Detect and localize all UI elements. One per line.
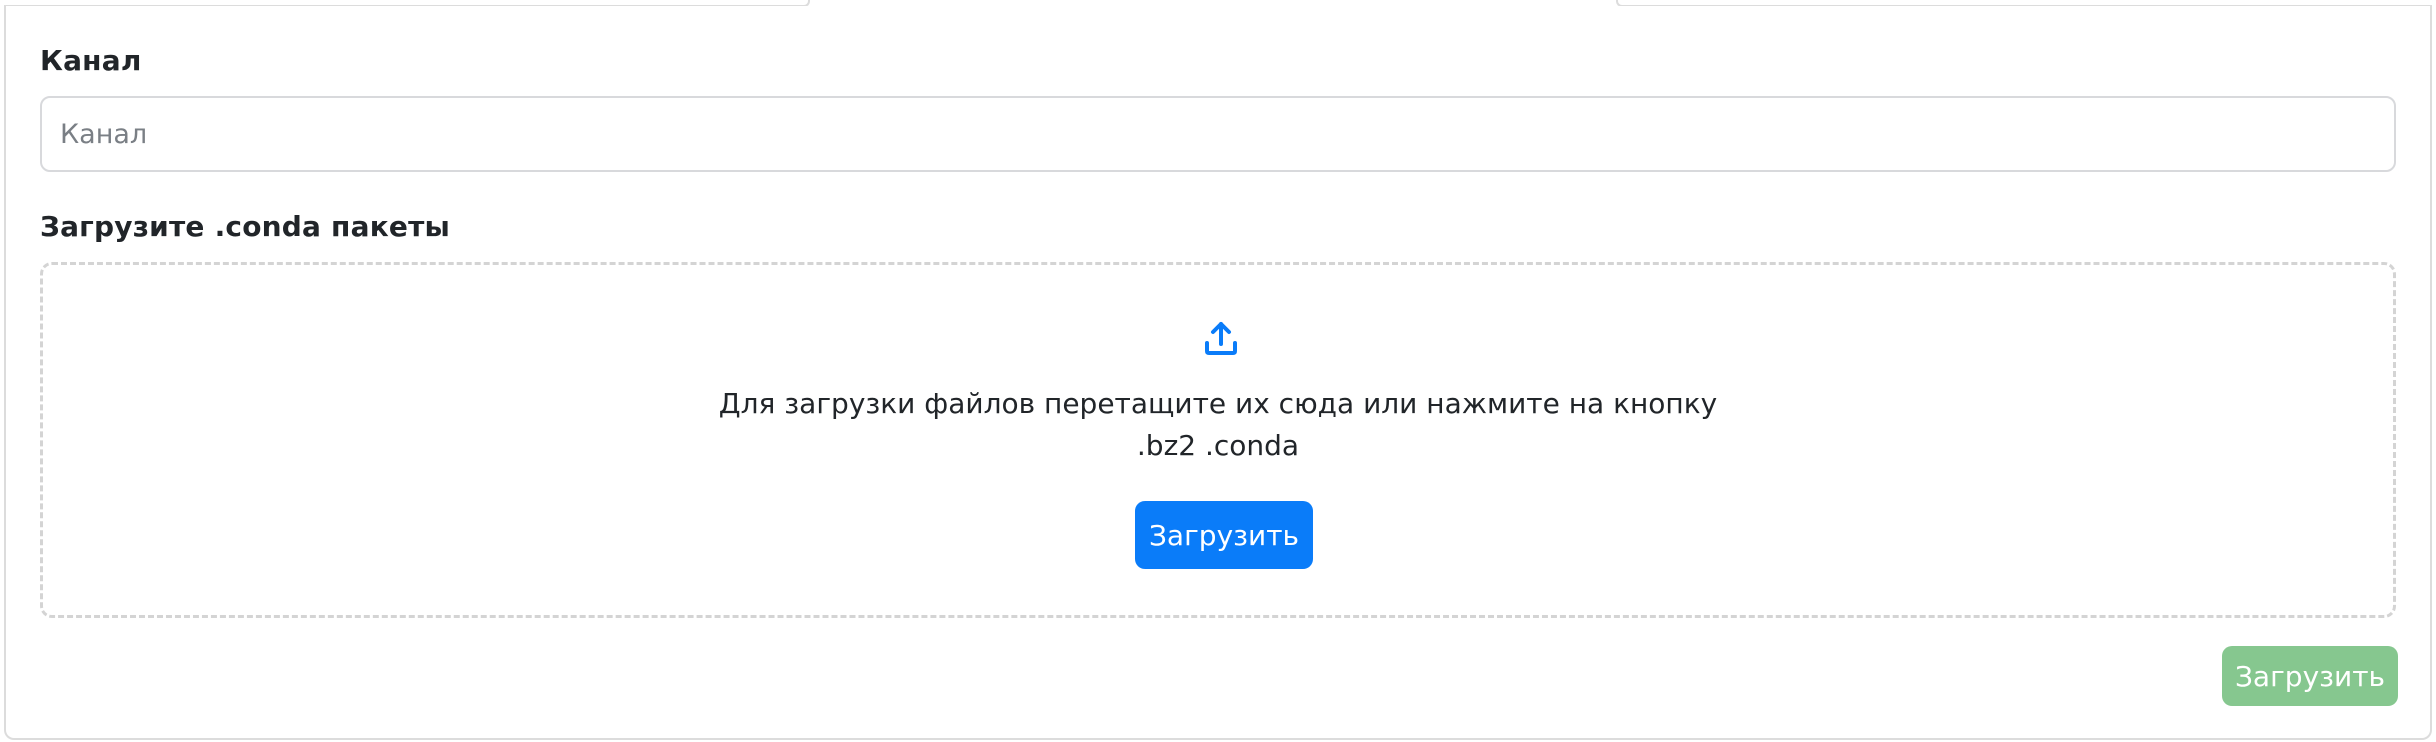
file-dropzone[interactable]: Для загрузки файлов перетащите их сюда и… [40, 262, 2396, 618]
upload-icon [1205, 322, 1237, 355]
submit-upload-button[interactable]: Загрузить [2222, 646, 2398, 706]
dropzone-extensions: .bz2 .conda [1136, 429, 1300, 462]
channel-label: Канал [40, 44, 142, 77]
dropzone-upload-button[interactable]: Загрузить [1135, 501, 1313, 569]
dropzone-hint: Для загрузки файлов перетащите их сюда и… [718, 387, 1718, 420]
upload-packages-label: Загрузите .conda пакеты [40, 210, 451, 243]
channel-input[interactable] [40, 96, 2396, 172]
upload-form-panel: Канал Загрузите .conda пакеты Для загруз… [4, 6, 2432, 740]
